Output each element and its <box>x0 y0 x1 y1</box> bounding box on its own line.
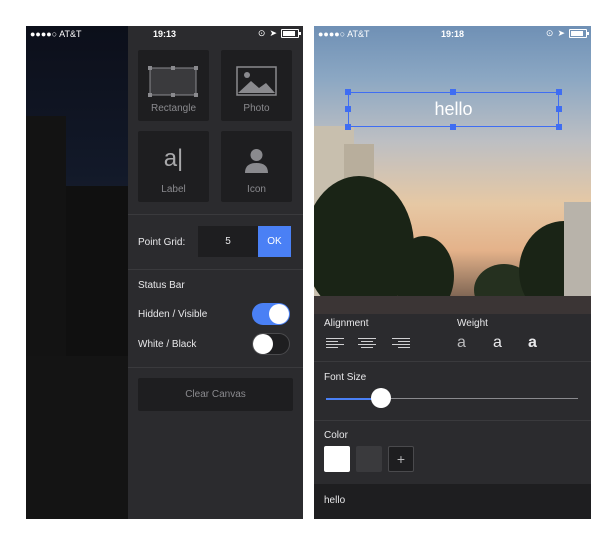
resize-handle[interactable] <box>345 106 351 112</box>
text-editor-panel: Alignment Weight a a a Font Size Color +… <box>314 314 591 519</box>
label-tile[interactable]: a| Label <box>138 131 209 202</box>
resize-handle[interactable] <box>556 89 562 95</box>
align-left-icon[interactable] <box>326 338 344 350</box>
font-size-slider-knob[interactable] <box>371 388 392 408</box>
rectangle-icon <box>148 66 198 97</box>
canvas-background <box>26 26 128 519</box>
resize-handle[interactable] <box>345 89 351 95</box>
font-size-label: Font Size <box>324 372 367 383</box>
color-label: Color <box>324 430 348 441</box>
point-grid-input[interactable]: 5 <box>198 226 258 257</box>
photo-icon <box>236 66 277 96</box>
text-selection-box[interactable]: hello <box>345 89 562 130</box>
right-phone-screen: hello ●●●●○ AT&T 19:18 ⊙ ➤ Alignment Wei… <box>314 26 591 519</box>
weight-bold-button[interactable]: a <box>528 334 537 352</box>
rectangle-tile[interactable]: Rectangle <box>138 50 209 121</box>
status-bar-section-title: Status Bar <box>138 280 185 291</box>
weight-label: Weight <box>457 318 488 329</box>
clear-canvas-button[interactable]: Clear Canvas <box>138 378 293 411</box>
weight-regular-button[interactable]: a <box>493 334 502 352</box>
point-grid-label: Point Grid: <box>138 237 186 248</box>
photo-tile[interactable]: Photo <box>221 50 292 121</box>
divider <box>314 361 591 362</box>
status-bar: ●●●●○ AT&T 19:18 ⊙ ➤ <box>314 26 591 42</box>
divider <box>128 214 303 215</box>
toggle-knob <box>269 304 289 324</box>
battery-icon <box>281 29 301 38</box>
divider <box>128 269 303 270</box>
align-center-icon[interactable] <box>358 338 376 350</box>
hidden-visible-label: Hidden / Visible <box>138 309 208 320</box>
white-black-toggle[interactable] <box>252 333 290 355</box>
add-color-button[interactable]: + <box>388 446 414 472</box>
hidden-visible-toggle[interactable] <box>252 303 290 325</box>
resize-handle[interactable] <box>450 124 456 130</box>
weight-light-button[interactable]: a <box>457 334 466 352</box>
align-right-icon[interactable] <box>392 338 410 350</box>
status-bar: ●●●●○ AT&T 19:13 ⊙ ➤ <box>26 26 303 42</box>
divider <box>314 420 591 421</box>
color-swatch-white[interactable] <box>324 446 350 472</box>
street <box>314 296 591 314</box>
icon-tile[interactable]: Icon <box>221 131 292 202</box>
text-input-field[interactable]: hello <box>314 484 591 519</box>
white-black-label: White / Black <box>138 339 197 350</box>
left-phone-screen: ●●●●○ AT&T 19:13 ⊙ ➤ Rectangle Photo a| … <box>26 26 303 519</box>
street <box>26 356 128 519</box>
canvas-photo: hello <box>314 26 591 321</box>
rotation-lock-icon: ⊙ <box>545 28 554 38</box>
resize-handle[interactable] <box>556 106 562 112</box>
alignment-label: Alignment <box>324 318 369 329</box>
resize-handle[interactable] <box>556 124 562 130</box>
color-swatch-dark[interactable] <box>356 446 382 472</box>
canvas-text[interactable]: hello <box>349 99 558 120</box>
resize-handle[interactable] <box>345 124 351 130</box>
battery-icon <box>569 29 589 38</box>
label-icon: a| <box>163 145 184 172</box>
ok-button[interactable]: OK <box>258 226 291 257</box>
tile-label: Icon <box>247 184 266 195</box>
location-icon: ➤ <box>557 28 565 38</box>
person-icon <box>245 149 268 173</box>
rotation-lock-icon: ⊙ <box>257 28 266 38</box>
location-icon: ➤ <box>269 28 277 38</box>
tile-label: Label <box>161 184 186 195</box>
tools-panel: Rectangle Photo a| Label Icon Point Grid… <box>128 26 303 519</box>
divider <box>128 367 303 368</box>
resize-handle[interactable] <box>450 89 456 95</box>
toggle-knob <box>253 334 273 354</box>
tile-label: Photo <box>243 103 270 114</box>
building-silhouette <box>66 186 128 366</box>
tile-label: Rectangle <box>150 103 197 114</box>
text-input-value: hello <box>324 495 346 506</box>
building-silhouette <box>26 116 66 366</box>
